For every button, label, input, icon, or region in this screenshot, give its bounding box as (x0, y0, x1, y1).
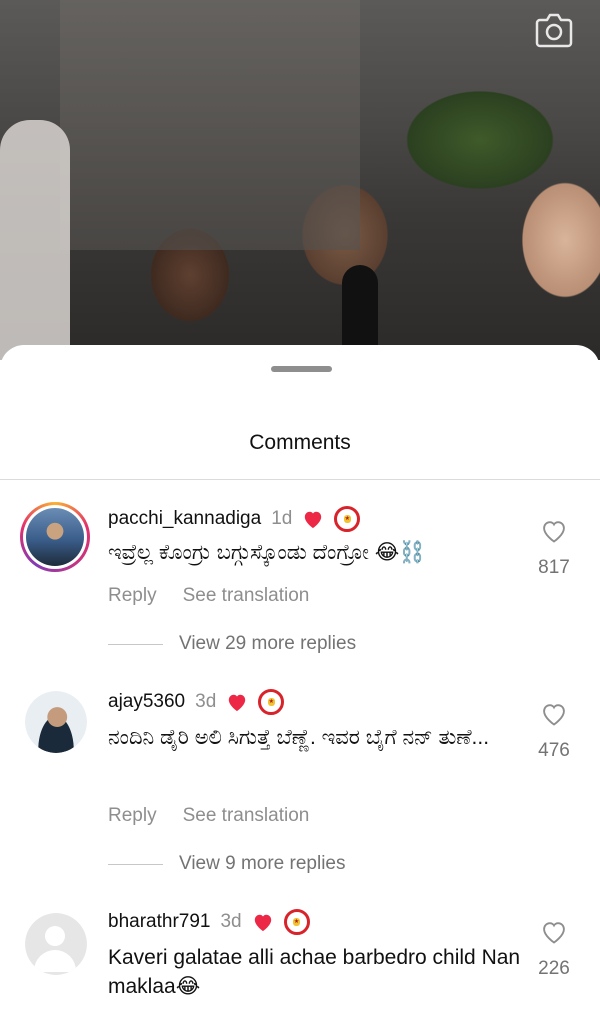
avatar[interactable] (25, 691, 87, 753)
view-replies-label: View 9 more replies (179, 853, 346, 874)
comments-sheet: Comments pacchi_kannadiga 1d ★ ಇವ್ರೆಲ್ಲ … (0, 345, 600, 1013)
avatar[interactable] (25, 913, 87, 975)
camera-icon (535, 13, 573, 48)
heart-outline-icon[interactable] (540, 919, 568, 950)
heart-outline-icon[interactable] (540, 518, 568, 549)
profile-badge-icon: ★ (283, 909, 310, 935)
view-replies-button[interactable]: View 9 more replies (108, 853, 346, 875)
profile-badge-icon: ★ (334, 506, 361, 532)
like-count: 817 (538, 557, 570, 578)
drag-handle[interactable] (271, 366, 332, 372)
comment-username[interactable]: ajay5360 (108, 691, 185, 713)
red-heart-icon (302, 509, 324, 529)
view-replies-label: View 29 more replies (179, 633, 357, 654)
profile-badge-icon: ★ (258, 689, 285, 715)
reply-button[interactable]: Reply (108, 805, 157, 827)
comment-text: Kaveri galatae alli achae barbedro child… (108, 946, 521, 998)
sheet-title: Comments (249, 431, 351, 454)
comment-time: 1d (271, 508, 293, 529)
comment-username[interactable]: bharathr791 (108, 911, 210, 933)
like-count: 226 (538, 958, 570, 979)
header-divider (0, 479, 600, 480)
video-background (0, 0, 600, 365)
comment-text: ನಂದಿನಿ ಡೈರಿ ಅಲಿ ಸಿಗುತ್ತೆ ಬೆಣ್ಣೆ. ಇವರ ಬೈಗ… (108, 726, 490, 749)
like-count: 476 (538, 740, 570, 761)
comment-text: ಇವ್ರೆಲ್ಲ ಕೊಂಗ್ರು ಬಗ್ಗುಸ್ಕೊಂಡು ದೆಂಗ್ರೋ 😂⛓… (108, 541, 426, 564)
comment-time: 3d (195, 691, 217, 712)
comment-time: 3d (220, 911, 242, 932)
heart-outline-icon[interactable] (540, 701, 568, 732)
replies-line (108, 643, 163, 645)
camera-button[interactable] (532, 8, 576, 52)
view-replies-button[interactable]: View 29 more replies (108, 633, 356, 655)
comment-username[interactable]: pacchi_kannadiga (108, 508, 261, 530)
reply-button[interactable]: Reply (108, 585, 157, 607)
see-translation-button[interactable]: See translation (183, 805, 310, 827)
see-translation-button[interactable]: See translation (183, 585, 310, 607)
red-heart-icon (252, 912, 274, 932)
background-person (0, 120, 70, 360)
background-building (60, 0, 360, 250)
replies-line (108, 863, 163, 865)
avatar[interactable] (20, 502, 90, 572)
red-heart-icon (226, 692, 248, 712)
